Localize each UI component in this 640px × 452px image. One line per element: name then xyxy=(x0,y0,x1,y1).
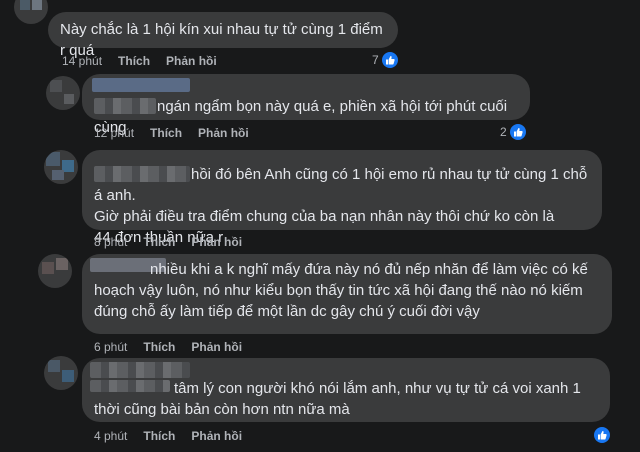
comment-text-continued: hoạch vậy luôn, nó như kiểu bọn thấy tin… xyxy=(94,282,583,320)
comment-text: tâm lý con người khó nói lắm anh, như vụ… xyxy=(94,380,581,418)
like-button[interactable]: Thích xyxy=(143,340,175,354)
comment-time[interactable]: 14 phút xyxy=(62,54,102,68)
comment-actions: 8 phút Thích Phản hồi xyxy=(94,235,258,249)
comment-time[interactable]: 4 phút xyxy=(94,429,127,443)
like-icon xyxy=(381,52,398,68)
like-button[interactable]: Thích xyxy=(118,54,150,68)
avatar[interactable] xyxy=(14,0,48,24)
reply-button[interactable]: Phản hồi xyxy=(198,126,249,140)
reaction-count: 7 xyxy=(372,53,379,67)
like-button[interactable]: Thích xyxy=(143,429,175,443)
reaction-summary[interactable] xyxy=(594,427,610,443)
like-icon xyxy=(594,427,610,443)
redacted-text xyxy=(94,98,156,114)
redacted-name xyxy=(92,78,190,92)
comment-actions: 12 phút Thích Phản hồi xyxy=(94,126,265,140)
comment-bubble: Này chắc là 1 hội kín xui nhau tự tử cùn… xyxy=(48,12,398,59)
redacted-name xyxy=(94,166,190,182)
avatar[interactable] xyxy=(46,76,80,110)
comment-bubble: tâm lý con người khó nói lắm anh, như vụ… xyxy=(82,358,610,422)
comment-time[interactable]: 6 phút xyxy=(94,340,127,354)
comment-time[interactable]: 12 phút xyxy=(94,126,134,140)
comment-bubble: hồi đó bên Anh cũng có 1 hội emo rủ nhau… xyxy=(82,150,602,246)
comment-actions: 6 phút Thích Phản hồi xyxy=(94,340,258,354)
like-icon xyxy=(509,124,526,140)
avatar[interactable] xyxy=(44,356,78,390)
comment-text-block: nhiều khi a k nghĩ mấy đứa này nó đủ nếp… xyxy=(94,259,604,322)
reply-button[interactable]: Phản hồi xyxy=(191,340,242,354)
comment-actions: 4 phút Thích Phản hồi xyxy=(94,429,258,443)
like-button[interactable]: Thích xyxy=(143,235,175,249)
reaction-summary[interactable]: 7 xyxy=(372,52,398,68)
reply-button[interactable]: Phản hồi xyxy=(166,54,217,68)
avatar[interactable] xyxy=(38,254,72,288)
redacted-name xyxy=(90,362,190,378)
reply-button[interactable]: Phản hồi xyxy=(191,235,242,249)
comment-actions: 14 phút Thích Phản hồi xyxy=(62,54,233,68)
comment-text: nhiều khi a k nghĩ mấy đứa này nó đủ nếp… xyxy=(150,261,588,278)
avatar[interactable] xyxy=(44,150,78,184)
comment-bubble: ngán ngẩm bọn này quá e, phiền xã hội tớ… xyxy=(82,74,530,136)
reply-button[interactable]: Phản hồi xyxy=(191,429,242,443)
reaction-summary[interactable]: 2 xyxy=(500,124,526,140)
comment-bubble: nhiều khi a k nghĩ mấy đứa này nó đủ nếp… xyxy=(82,254,612,334)
comment-time[interactable]: 8 phút xyxy=(94,235,127,249)
like-button[interactable]: Thích xyxy=(150,126,182,140)
reaction-count: 2 xyxy=(500,125,507,139)
